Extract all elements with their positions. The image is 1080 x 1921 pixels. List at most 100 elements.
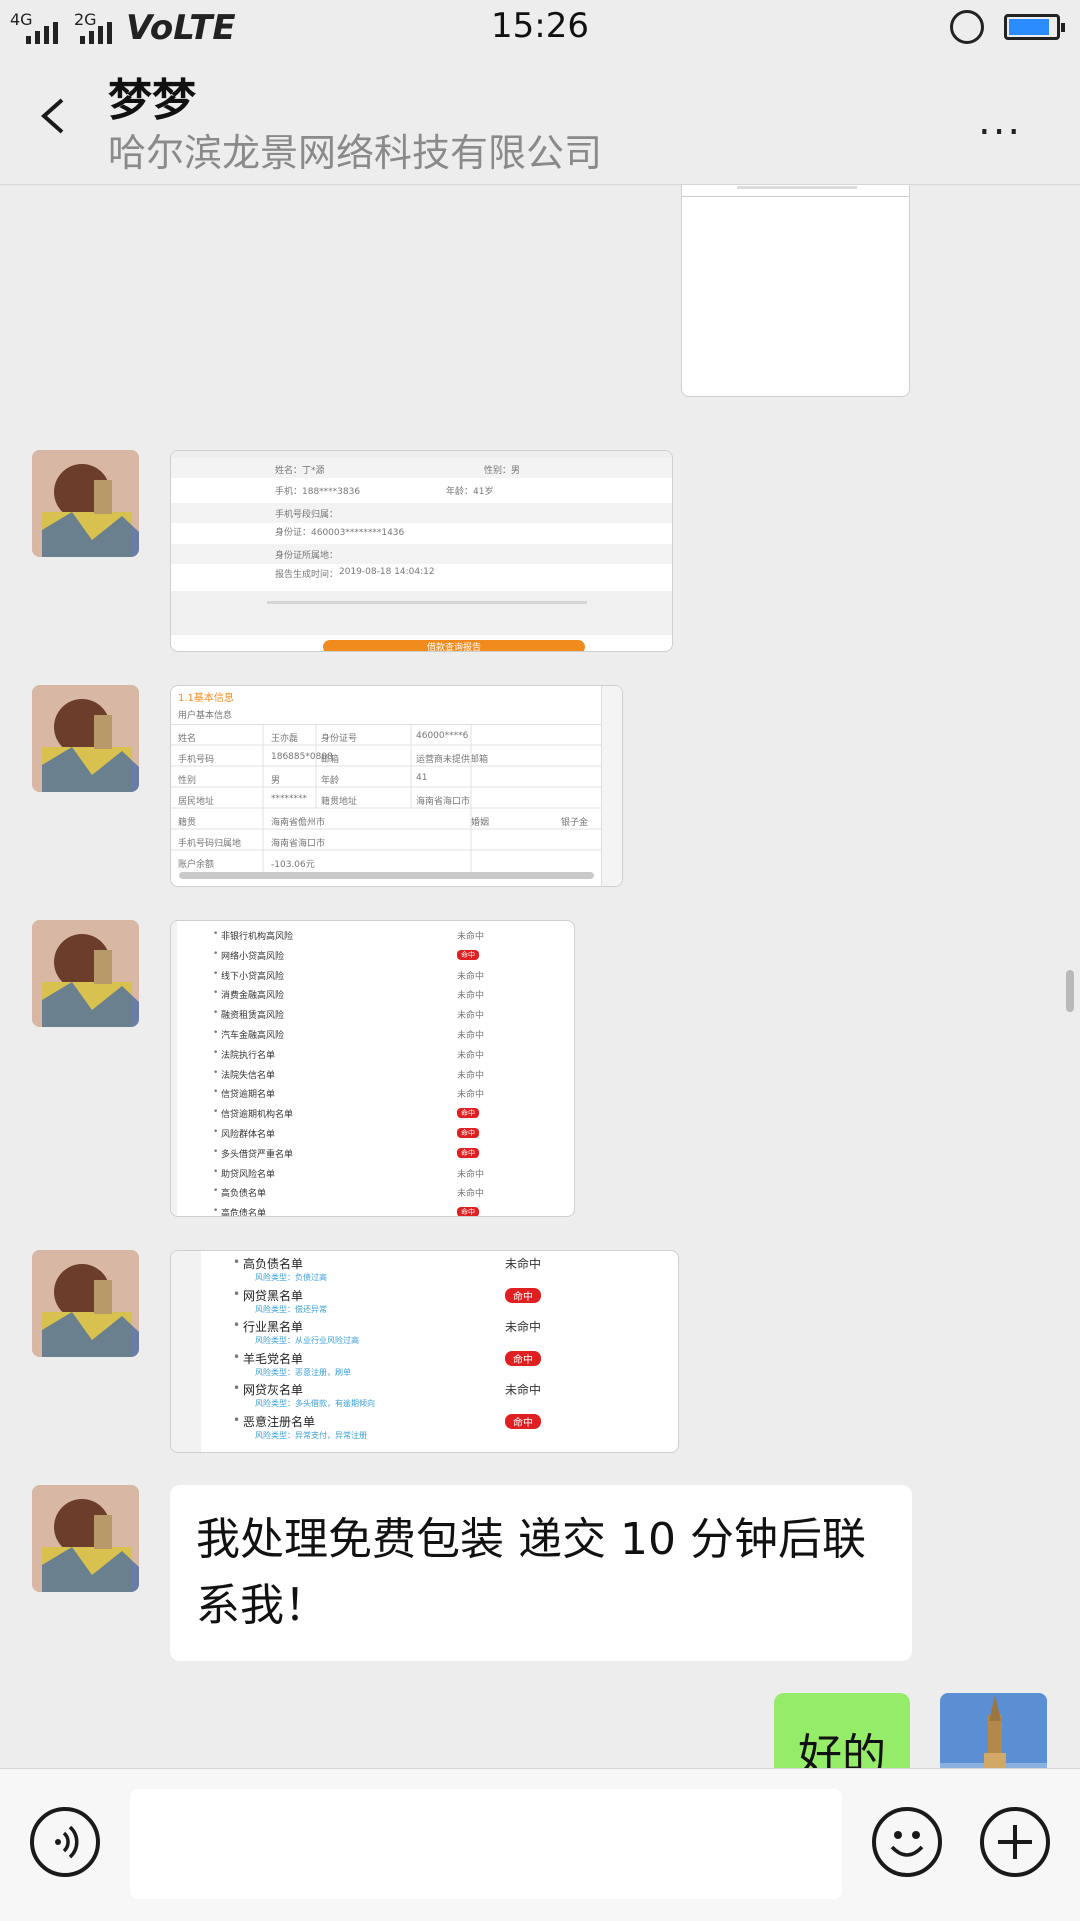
risk-item-label: 高危债名单 [221,1209,267,1217]
clock: 15:26 [491,6,589,46]
bullet: • [213,1107,219,1118]
bullet: • [233,1255,241,1269]
bullet: • [213,948,219,959]
report1-phone-region: 手机号段归属： [275,510,339,520]
risk-item-label: 信贷逾期机构名单 [221,1110,294,1121]
risk-item-note: 风险类型：负债过高 [255,1273,327,1282]
status-bar: 4G 2G VoLTE 15:26 [0,0,1080,56]
my-message-bubble[interactable]: 好的 [774,1693,910,1768]
bullet: • [233,1318,241,1332]
image-message-report-3[interactable]: • 非银行机构高风险 未命中 • 网络小贷高风险 命中 • 线下小贷高风险 未命中 • 消费金融高风… [170,920,575,1217]
risk-item-label: 助贷风险名单 [221,1169,276,1180]
message-list[interactable]: 姓名：丁*源 性别：男 手机：188****3836 年龄：41岁 手机号段归属… [0,185,1080,1768]
risk-item-status: 未命中 [457,991,485,1002]
bullet: • [213,1028,219,1038]
risk-item-status: 命中 [457,1108,479,1119]
risk-item-note: 风险类型：异常支付，异常注册 [255,1430,367,1440]
avatar[interactable] [32,920,139,1027]
risk-item-note: 风险类型：从业行业风险过高 [255,1336,359,1345]
my-avatar[interactable] [940,1693,1047,1768]
risk-item-label: 多头借贷严重名单 [221,1149,294,1160]
risk-item-label: 法院执行名单 [221,1050,276,1061]
risk-item-status: 未命中 [457,1070,485,1081]
report1-time: 2019-08-18 14:04:12 [339,567,435,577]
image-message-report-4[interactable]: 高负债名单 • 风险类型：负债过高 未命中 网贷黑名单 • 风险类型：偿还异常 命中 行业黑名单… [170,1250,679,1453]
report1-time-label: 报告生成时间： [275,570,339,580]
bullet: • [213,988,219,999]
bullet: • [213,1087,219,1098]
risk-item-status: 未命中 [457,971,485,982]
avatar[interactable] [32,685,139,792]
risk-item-status: 命中 [457,949,479,960]
image-message-partial[interactable] [681,185,910,397]
report1-gender: 性别：男 [484,466,521,476]
risk-item-status: 命中 [457,1147,479,1158]
risk-item-status: 未命中 [457,1011,485,1022]
risk-item-status: 未命中 [457,1090,485,1101]
risk-item-label: 融资租赁高风险 [221,1011,285,1022]
battery-icon [1004,14,1065,40]
avatar[interactable] [32,1250,139,1357]
bullet: • [213,929,219,939]
bullet: • [213,1166,219,1177]
bullet: • [213,1186,219,1197]
input-bar [0,1768,1080,1921]
risk-item-label: 信贷逾期名单 [221,1090,276,1101]
bullet: • [233,1412,241,1427]
message-bubble[interactable]: 我处理免费包装 递交 10 分钟后联系我！ [170,1485,912,1661]
chat-header: 梦梦 哈尔滨龙景网络科技有限公司 ... [0,56,1080,185]
risk-item-label: 法院失信名单 [221,1070,276,1081]
risk-item-note: 风险类型：偿还异常 [255,1304,327,1314]
risk-item-label: 线下小贷高风险 [221,971,285,982]
risk-item-status: 命中 [505,1413,541,1429]
emoji-icon[interactable] [872,1807,942,1877]
risk-item-label: 消费金融高风险 [221,991,285,1002]
image-message-report-2[interactable]: 1.1基本信息 用户基本信息 姓名 王亦磊 身份证号 46000****6 手机… [170,685,623,887]
report2-subheading: 用户基本信息 [178,711,233,721]
risk-item-label: 风险群体名单 [221,1130,276,1140]
report1-age: 年龄：41岁 [446,487,494,497]
report2-heading: 1.1基本信息 [178,693,234,704]
risk-item-status: 命中 [457,1207,479,1216]
voice-icon[interactable] [30,1807,100,1877]
risk-item-label: 网贷黑名单 [243,1288,304,1303]
risk-item-status: 命中 [505,1287,541,1303]
more-icon[interactable]: ... [978,98,1022,144]
risk-item-label: 高负债名单 [221,1189,267,1200]
risk-item-status: 未命中 [457,1169,485,1180]
risk-item-status: 命中 [505,1350,541,1366]
risk-item-status: 未命中 [505,1320,542,1334]
avatar[interactable] [32,450,139,557]
risk-item-label: 非银行机构高风险 [221,932,294,942]
risk-item-note: 风险类型：恶意注册，刷单 [255,1367,351,1377]
scrollbar[interactable] [1066,970,1074,1012]
risk-item-label: 网贷灰名单 [243,1383,304,1397]
risk-item-label: 恶意注册名单 [243,1414,316,1429]
risk-item-status: 未命中 [457,1189,485,1200]
bullet: • [233,1286,241,1301]
bullet: • [213,1146,219,1157]
risk-item-status: 未命中 [505,1257,542,1271]
bullet: • [213,1127,219,1137]
chat-subtitle: 哈尔滨龙景网络科技有限公司 [108,131,603,175]
report1-button: 借款查询报告 [427,643,482,652]
bullet: • [233,1381,241,1395]
risk-item-label: 行业黑名单 [243,1320,304,1334]
bullet: • [213,1047,219,1058]
risk-item-status: 未命中 [457,1050,485,1061]
risk-item-label: 高负债名单 [243,1257,304,1271]
back-icon[interactable] [36,96,76,136]
bullet: • [233,1349,241,1364]
avatar[interactable] [32,1485,139,1592]
report1-idcard: 身份证：460003********1436 [275,528,405,538]
message-input[interactable] [130,1789,842,1899]
risk-item-status: 未命中 [457,1031,485,1041]
risk-item-status: 未命中 [505,1383,542,1397]
add-icon[interactable] [980,1807,1050,1877]
bullet: • [213,1067,219,1078]
risk-item-status: 未命中 [457,932,485,942]
risk-item-status: 命中 [457,1128,479,1138]
report1-phone: 手机：188****3836 [275,487,361,497]
table-grid [171,724,601,874]
image-message-report-1[interactable]: 姓名：丁*源 性别：男 手机：188****3836 年龄：41岁 手机号段归属… [170,450,673,652]
